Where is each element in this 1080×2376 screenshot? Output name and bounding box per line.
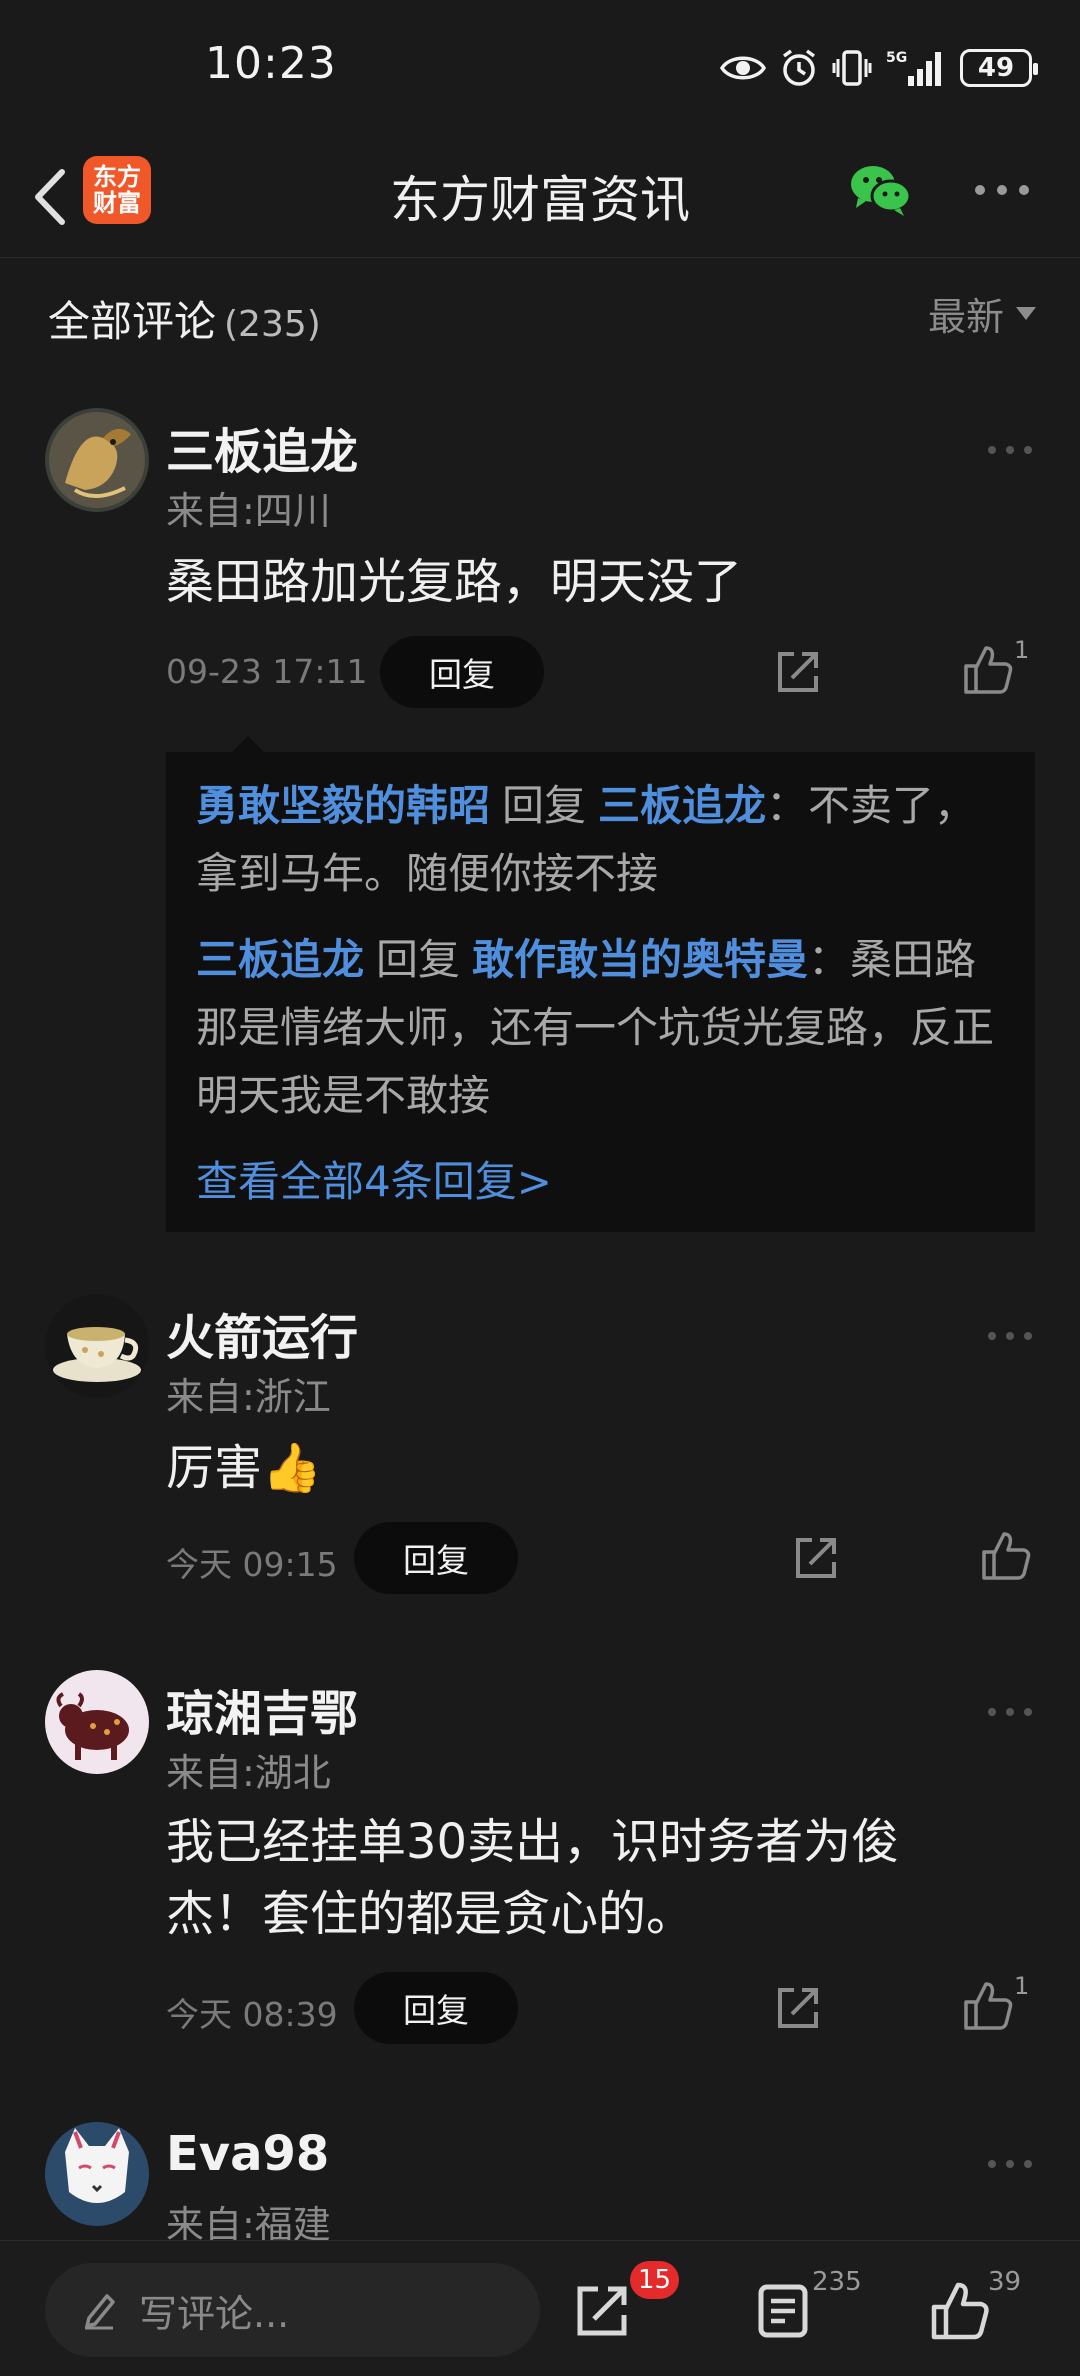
comment-time: 今天 09:15 [166,1545,338,1584]
reply-verb: 回复 [502,781,587,830]
comments-title-label: 全部评论 [48,297,217,346]
sort-label: 最新 [927,295,1004,339]
share-badge: 15 [630,2261,680,2299]
thumbs-up-icon[interactable] [962,1980,1014,2032]
user-location: 来自:浙江 [166,1375,331,1419]
nav-bar: 东方 财富 东方财富资讯 [0,140,1080,258]
reply-button[interactable]: 回复 [354,1522,518,1594]
comment-meta: 09-23 17:11 回复 1 [0,636,1080,708]
page-title: 东方财富资讯 [390,171,690,229]
like-count: 39 [988,2267,1022,2297]
view-all-replies-link[interactable]: 查看全部4条回复> [196,1148,552,1209]
reply-to-user[interactable]: 三板追龙 [598,781,766,830]
comment-list-icon[interactable] [755,2281,815,2341]
battery-level: 49 [977,53,1015,83]
share-icon[interactable] [572,2281,632,2341]
comment-item: 火箭运行 来自:浙江 厉害👍 今天 09:15 回复 [0,1294,1080,1614]
comment-meta: 今天 09:15 回复 [0,1522,1080,1594]
thumbs-up-icon[interactable] [930,2281,990,2341]
comment-text-line: 杰！套住的都是贪心的。 [166,1886,695,1942]
avatar[interactable] [45,2122,149,2226]
dragon-avatar-icon [45,408,149,512]
comment-item: Eva98 来自:福建 [0,2122,1080,2240]
comment-time: 09-23 17:11 [166,652,368,691]
user-location: 来自:福建 [166,2203,331,2240]
fox-mask-avatar-icon [45,2122,149,2226]
comment-meta: 今天 08:39 回复 1 [0,1972,1080,2044]
user-location: 来自:四川 [166,489,331,533]
reply-verb: 回复 [376,935,461,984]
teacup-avatar-icon [45,1294,149,1398]
comment-input[interactable]: 写评论... [45,2263,540,2357]
user-name[interactable]: 三板追龙 [166,412,358,482]
status-bar: 10:23 5G 49 [0,0,1080,140]
alarm-icon [782,49,816,86]
caret-down-icon [1016,307,1036,320]
comment-item: 琼湘吉鄂 来自:湖北 我已经挂单30卖出，识时务者为俊 杰！套住的都是贪心的。 … [0,1670,1080,2070]
status-icons: 5G 49 [720,46,1038,90]
comments-title: 全部评论 (235) [48,288,321,349]
share-icon[interactable] [792,1534,840,1582]
like-count: 1 [1014,636,1030,664]
more-icon[interactable] [986,444,1034,456]
wechat-icon[interactable] [848,162,912,218]
reply-item[interactable]: 三板追龙 回复 敢作敢当的奥特曼：桑田路那是情绪大师，还有一个坑货光复路，反正明天我… [196,926,1016,1130]
comment-time: 今天 08:39 [166,1995,338,2034]
share-icon[interactable] [774,648,822,696]
user-name[interactable]: Eva98 [166,2126,329,2182]
battery-icon: 49 [960,49,1038,87]
reply-button[interactable]: 回复 [380,636,544,708]
avatar[interactable] [45,1670,149,1774]
comments-count: (235) [224,304,321,345]
more-icon[interactable] [986,1706,1034,1718]
signal-icon: 5G [886,50,941,86]
reply-thread: 勇敢坚毅的韩昭 回复 三板追龙：不卖了，拿到马年。随便你接不接 三板追龙 回复 敢作敢当… [166,736,1035,1232]
user-name[interactable]: 琼湘吉鄂 [166,1674,358,1744]
avatar[interactable] [45,408,149,512]
thumbs-up-icon[interactable] [980,1530,1032,1582]
more-icon[interactable] [986,1330,1034,1342]
pencil-icon [85,2294,115,2330]
status-time: 10:23 [205,38,337,89]
user-name[interactable]: 火箭运行 [166,1298,358,1368]
comment-text-line: 我已经挂单30卖出，识时务者为俊 [166,1814,900,1870]
eye-icon [720,56,766,80]
reply-from-user[interactable]: 勇敢坚毅的韩昭 [196,781,490,830]
comment-input-placeholder: 写评论... [139,2291,290,2336]
reply-from-user[interactable]: 三板追龙 [196,935,364,984]
comment-text: 我已经挂单30卖出，识时务者为俊 杰！套住的都是贪心的。 [166,1806,1026,1950]
sort-select[interactable]: 最新 [928,286,1036,341]
user-location: 来自:湖北 [166,1751,331,1795]
like-count: 1 [1014,1972,1030,2000]
ox-avatar-icon [45,1670,149,1774]
more-icon[interactable] [974,182,1030,198]
comment-text: 厉害👍 [166,1440,322,1496]
reply-to-user[interactable]: 敢作敢当的奥特曼 [472,935,808,984]
comment-text: 桑田路加光复路，明天没了 [166,554,743,610]
thumbs-up-icon[interactable] [962,644,1014,696]
bottom-bar: 写评论... 15 235 39 [0,2240,1080,2376]
more-icon[interactable] [986,2158,1034,2170]
share-icon[interactable] [774,1984,822,2032]
svg-text:5G: 5G [886,50,907,66]
comment-count: 235 [812,2267,862,2297]
reply-button[interactable]: 回复 [354,1972,518,2044]
vibrate-icon [832,50,872,86]
reply-item[interactable]: 勇敢坚毅的韩昭 回复 三板追龙：不卖了，拿到马年。随便你接不接 [196,772,1016,908]
comments-header: 全部评论 (235) 最新 [0,262,1080,362]
avatar[interactable] [45,1294,149,1398]
